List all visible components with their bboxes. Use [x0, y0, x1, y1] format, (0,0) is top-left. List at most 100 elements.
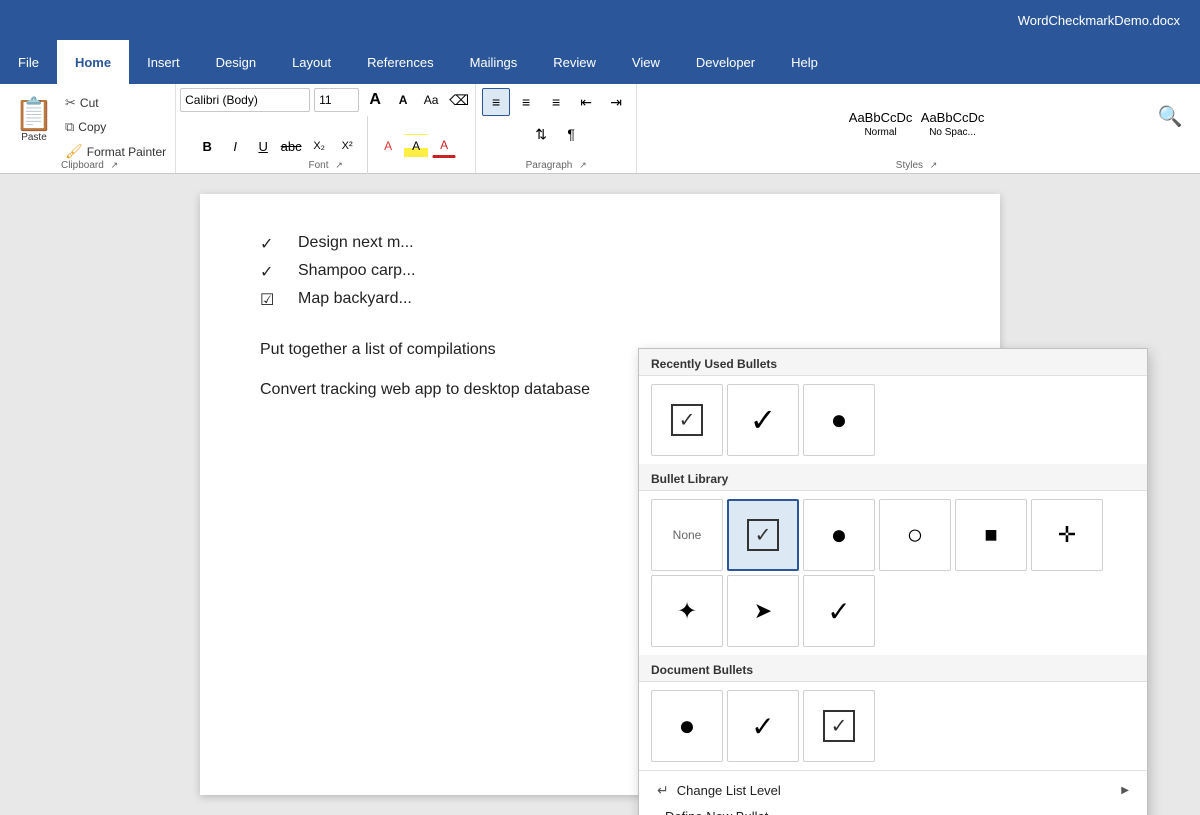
tab-insert[interactable]: Insert: [129, 40, 198, 84]
cut-icon: ✂: [65, 95, 76, 111]
paste-button[interactable]: 📋 Paste: [8, 88, 60, 152]
show-marks-button[interactable]: ¶: [557, 120, 585, 148]
open-circle-icon: ○: [907, 519, 924, 551]
clipboard-group: 📋 Paste ✂ Cut ⧉ Copy 🖌 Format Painter Cl…: [4, 84, 176, 173]
font-name-size-row: A A Aa ⌫: [180, 88, 471, 112]
recently-used-grid: ✓ ●: [639, 376, 1147, 464]
text-color-button[interactable]: A: [432, 134, 456, 158]
copy-icon: ⧉: [65, 119, 74, 135]
search-icon[interactable]: 🔍: [1152, 98, 1188, 134]
recent-bullet-checkmark[interactable]: ✓: [727, 384, 799, 456]
bullet-library-title: Bullet Library: [639, 464, 1147, 491]
arrow-icon: ➤: [754, 598, 772, 624]
tab-layout[interactable]: Layout: [274, 40, 349, 84]
italic-button[interactable]: I: [223, 134, 247, 158]
library-bullet-filled-circle[interactable]: ●: [803, 499, 875, 571]
font-separator: [367, 116, 368, 176]
tab-help[interactable]: Help: [773, 40, 836, 84]
paragraph-group-label: Paragraph ↗: [526, 160, 587, 171]
filled-circle-icon: ●: [831, 519, 848, 551]
checkbox-icon: [671, 404, 703, 436]
checkmark-icon: ✓: [750, 401, 777, 439]
document-bullets-grid: ● ✓: [639, 682, 1147, 770]
change-list-level-button[interactable]: ↵ Change List Level ▶: [651, 777, 1135, 804]
ribbon-content: 📋 Paste ✂ Cut ⧉ Copy 🖌 Format Painter Cl…: [0, 84, 1200, 174]
sort-button[interactable]: ⇅: [527, 120, 555, 148]
recent-bullet-checkbox[interactable]: [651, 384, 723, 456]
font-size-input[interactable]: [314, 88, 359, 112]
numbered-list-button[interactable]: ≡: [512, 88, 540, 116]
title-bar: WordCheckmarkDemo.docx: [0, 0, 1200, 40]
list-item-text: Shampoo carp...: [298, 262, 415, 280]
tab-developer[interactable]: Developer: [678, 40, 773, 84]
underline-button[interactable]: U: [251, 134, 275, 158]
clipboard-small-buttons: ✂ Cut ⧉ Copy 🖌 Format Painter: [60, 92, 171, 163]
style-no-spacing[interactable]: AaBbCcDc No Spac...: [918, 92, 988, 156]
list-item: ✓ Shampoo carp...: [260, 262, 940, 282]
library-bullet-filled-square[interactable]: ■: [955, 499, 1027, 571]
copy-button[interactable]: ⧉ Copy: [60, 116, 171, 138]
font-group-label: Font ↗: [308, 160, 342, 171]
tab-view[interactable]: View: [614, 40, 678, 84]
define-new-bullet-button[interactable]: Define New Bullet...: [651, 804, 1135, 815]
clear-formatting-button[interactable]: ⌫: [447, 88, 471, 112]
diamond-icon: ✦: [677, 597, 697, 626]
document-bullets-title: Document Bullets: [639, 655, 1147, 682]
ribbon-tab-bar: File Home Insert Design Layout Reference…: [0, 40, 1200, 84]
library-bullet-diamond[interactable]: ✦: [651, 575, 723, 647]
define-new-bullet-label: Define New Bullet...: [665, 809, 779, 815]
styles-group: AaBbCcDc Normal AaBbCcDc No Spac... Styl…: [637, 84, 1196, 173]
superscript-button[interactable]: X²: [335, 134, 359, 158]
none-label: None: [673, 528, 702, 542]
library-bullet-crosshair[interactable]: ✛: [1031, 499, 1103, 571]
shrink-font-button[interactable]: A: [391, 88, 415, 112]
change-list-level-label: Change List Level: [677, 783, 781, 798]
strikethrough-button[interactable]: abc: [279, 134, 303, 158]
change-case-button[interactable]: Aa: [419, 88, 443, 112]
decrease-indent-button[interactable]: ⇤: [572, 88, 600, 116]
list-item: ✓ Design next m...: [260, 234, 940, 254]
style-normal[interactable]: AaBbCcDc Normal: [846, 92, 916, 156]
increase-indent-button[interactable]: ⇥: [602, 88, 630, 116]
format-painter-icon: 🖌: [65, 143, 83, 160]
tab-design[interactable]: Design: [198, 40, 274, 84]
list-item: ☑ Map backyard...: [260, 290, 940, 310]
library-bullet-none[interactable]: None: [651, 499, 723, 571]
library-bullet-open-circle[interactable]: ○: [879, 499, 951, 571]
document-title: WordCheckmarkDemo.docx: [1018, 13, 1180, 28]
tab-references[interactable]: References: [349, 40, 451, 84]
highlight-button[interactable]: A: [404, 134, 428, 158]
library-bullet-checkbox[interactable]: [727, 499, 799, 571]
tab-mailings[interactable]: Mailings: [452, 40, 536, 84]
doc-bullet-checkbox[interactable]: [803, 690, 875, 762]
submenu-arrow-icon: ▶: [1121, 785, 1129, 796]
font-group: A A Aa ⌫ B I U abc X₂ X² A A A Font ↗: [176, 84, 476, 173]
library-bullet-checkmark[interactable]: ✓: [803, 575, 875, 647]
library-bullet-arrow[interactable]: ➤: [727, 575, 799, 647]
list-buttons-row: ≡ ≡ ≡ ⇤ ⇥: [482, 88, 630, 116]
bullet-library-grid: None ● ○ ■ ✛: [639, 491, 1147, 579]
doc-bullet-checkmark[interactable]: ✓: [727, 690, 799, 762]
styles-group-label: Styles ↗: [896, 160, 938, 171]
tab-review[interactable]: Review: [535, 40, 614, 84]
tab-file[interactable]: File: [0, 40, 57, 84]
tab-home[interactable]: Home: [57, 40, 129, 84]
cut-button[interactable]: ✂ Cut: [60, 92, 171, 114]
grow-font-button[interactable]: A: [363, 88, 387, 112]
bold-button[interactable]: B: [195, 134, 219, 158]
bullet-list-button[interactable]: ≡: [482, 88, 510, 116]
document-area: ✓ Design next m... ✓ Shampoo carp... ☑ M…: [0, 174, 1200, 815]
filled-circle-icon: ●: [831, 404, 848, 436]
doc-bullet-filled-circle[interactable]: ●: [651, 690, 723, 762]
font-name-input[interactable]: [180, 88, 310, 112]
filled-square-icon: ■: [984, 522, 997, 548]
alignment-row: ⇅ ¶: [527, 120, 585, 148]
subscript-button[interactable]: X₂: [307, 134, 331, 158]
list-item-text: Design next m...: [298, 234, 414, 252]
paste-icon: 📋: [14, 98, 54, 130]
list-marker: ✓: [260, 262, 290, 282]
multilevel-list-button[interactable]: ≡: [542, 88, 570, 116]
checkbox-icon: [747, 519, 779, 551]
recent-bullet-filled-circle[interactable]: ●: [803, 384, 875, 456]
font-color-button[interactable]: A: [376, 134, 400, 158]
